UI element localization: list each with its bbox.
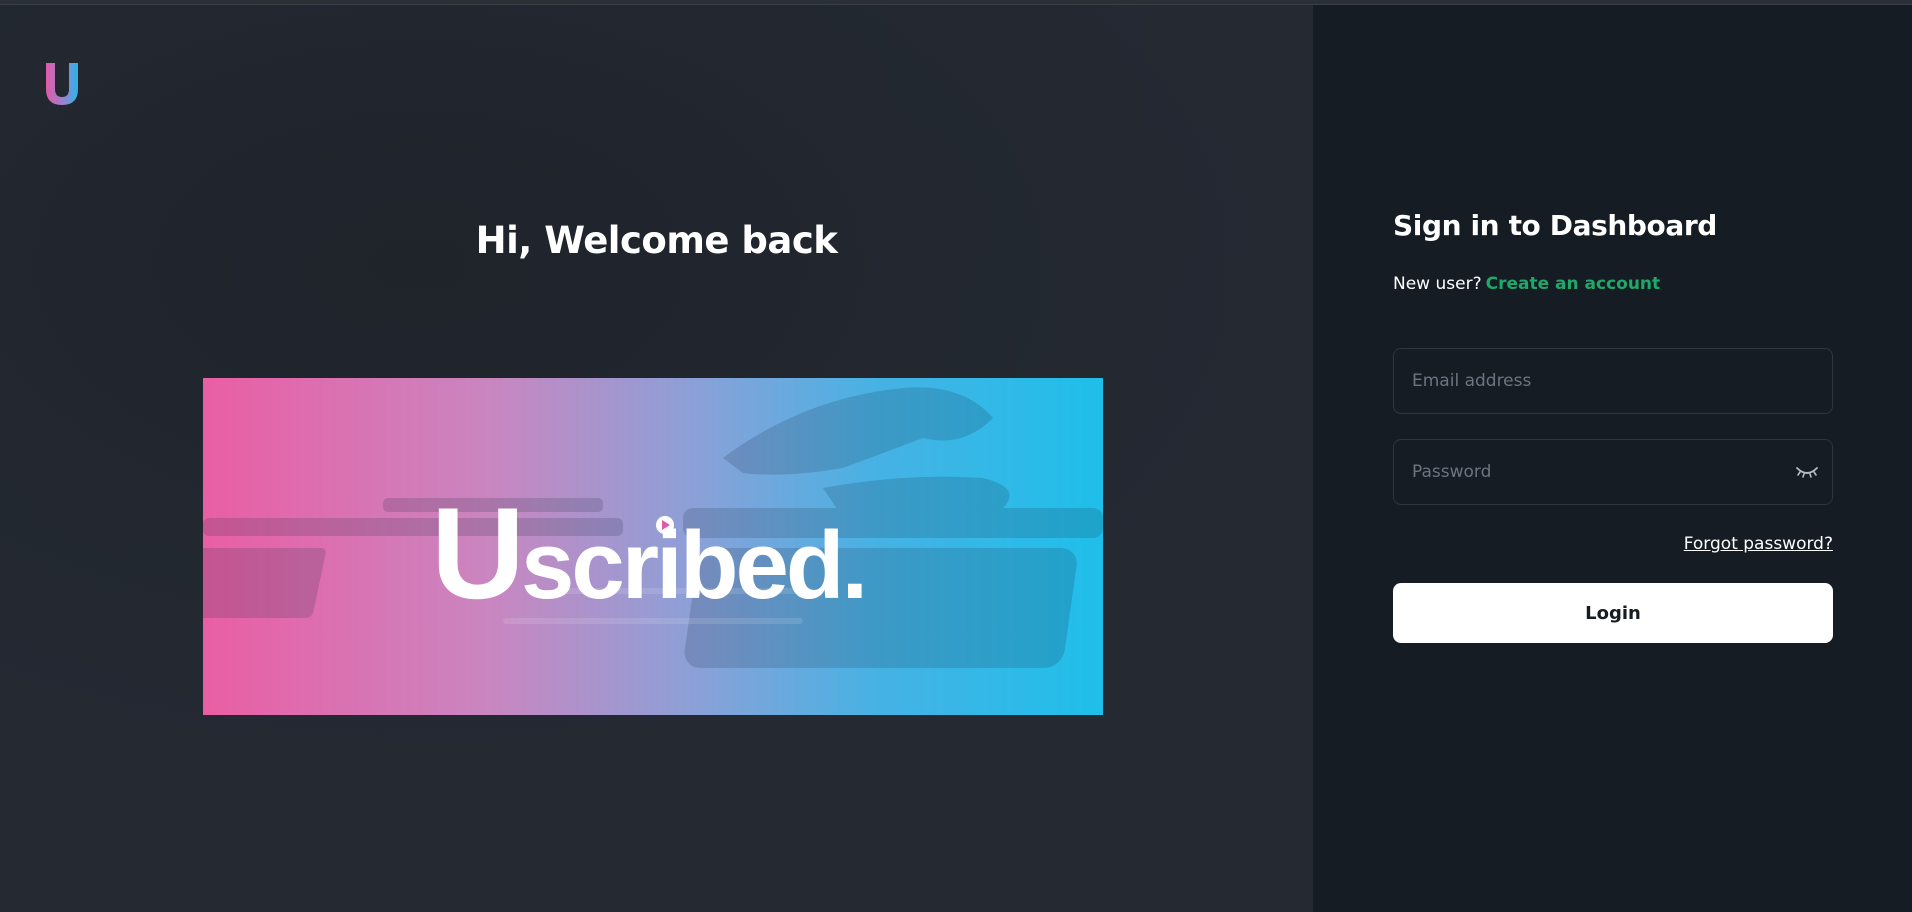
password-field-wrapper (1393, 439, 1833, 505)
forgot-password-link[interactable]: Forgot password? (1684, 534, 1833, 554)
email-input[interactable] (1394, 349, 1832, 413)
new-user-row: New user? Create an account (1393, 274, 1660, 294)
uscribed-wordmark: U scribed. (431, 480, 868, 626)
new-user-label: New user? (1393, 274, 1482, 294)
signin-title: Sign in to Dashboard (1393, 209, 1717, 242)
email-field-wrapper (1393, 348, 1833, 414)
uscribed-logo (46, 63, 78, 105)
login-button[interactable]: Login (1393, 583, 1833, 643)
eye-closed-icon[interactable] (1794, 462, 1820, 482)
create-account-link[interactable]: Create an account (1486, 274, 1661, 294)
welcome-title: Hi, Welcome back (475, 219, 838, 262)
brand-banner-image: U scribed. (203, 378, 1103, 715)
left-panel: Hi, Welcome back U scribed. (0, 5, 1313, 912)
wordmark-u: U (431, 480, 525, 626)
wordmark-rest: scribed. (521, 512, 865, 619)
signin-panel: Sign in to Dashboard New user? Create an … (1313, 5, 1912, 912)
password-input[interactable] (1394, 440, 1832, 504)
